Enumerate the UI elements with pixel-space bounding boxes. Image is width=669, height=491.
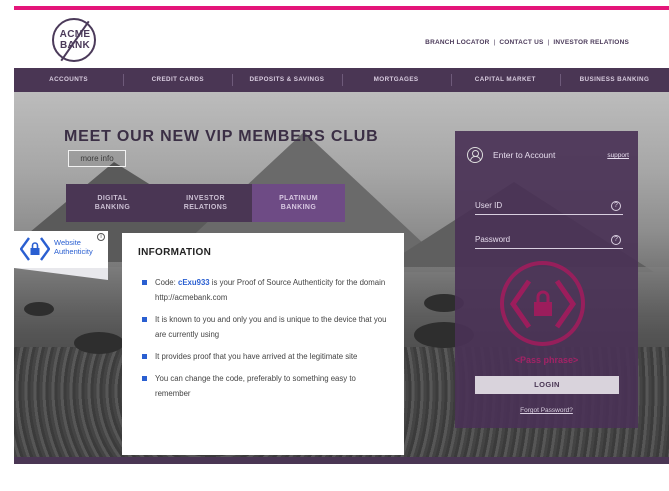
hero-title: MEET OUR NEW VIP MEMBERS CLUB — [64, 128, 379, 145]
info-item: It is known to you and only you and is u… — [142, 312, 392, 342]
website-authenticity-badge[interactable]: Website Authenticity i — [14, 231, 108, 268]
top-links: BRANCH LOCATOR | CONTACT US | INVESTOR RELAT… — [425, 39, 629, 46]
info-title: INFORMATION — [138, 247, 212, 258]
tab-label: BANKING — [94, 204, 131, 211]
information-panel: INFORMATION Code: cExu933 is your Proof … — [122, 233, 404, 455]
support-link[interactable]: support — [607, 152, 629, 159]
authenticity-code: cExu933 — [177, 278, 210, 287]
enter-to-account-label: Enter to Account — [493, 150, 556, 160]
tab-label: BANKING — [280, 204, 317, 211]
hero-rock — [24, 302, 54, 316]
tab-label: DIGITAL — [97, 195, 128, 202]
page: ACME BANK BRANCH LOCATOR | CONTACT US | INVE… — [0, 0, 669, 491]
pass-phrase-lock-icon — [509, 279, 577, 329]
nav-item-accounts[interactable]: ACCOUNTS — [14, 68, 123, 92]
forgot-password-link[interactable]: Forgot Password? — [455, 407, 638, 414]
badge-label-line: Authenticity — [54, 247, 93, 256]
footer-bar — [14, 457, 669, 464]
info-item: You can change the code, preferably to s… — [142, 371, 392, 401]
badge-label: Website Authenticity — [54, 238, 93, 256]
tab-label: RELATIONS — [183, 204, 228, 211]
nav-item-business-banking[interactable]: BUSINESS BANKING — [559, 68, 669, 92]
nav-item-deposits-savings[interactable]: DEPOSITS & SAVINGS — [232, 68, 341, 92]
tab-label: PLATINUM — [279, 195, 318, 202]
investor-relations-link[interactable]: INVESTOR RELATIONS — [553, 39, 629, 46]
code-prefix: Code: — [155, 278, 178, 287]
login-panel: Enter to Account support User ID ? Passw… — [455, 131, 638, 428]
tab-label: INVESTOR — [186, 195, 225, 202]
tab-digital-banking[interactable]: DIGITAL BANKING — [66, 184, 159, 222]
info-item: It provides proof that you have arrived … — [142, 349, 392, 364]
info-icon[interactable]: i — [97, 233, 105, 241]
link-separator: | — [547, 39, 550, 46]
tab-platinum-banking[interactable]: PLATINUM BANKING — [252, 184, 345, 222]
info-list: Code: cExu933 is your Proof of Source Au… — [142, 275, 392, 408]
info-item: Code: cExu933 is your Proof of Source Au… — [142, 275, 392, 305]
header: ACME BANK BRANCH LOCATOR | CONTACT US | INVE… — [14, 10, 669, 68]
branch-locator-link[interactable]: BRANCH LOCATOR — [425, 39, 489, 46]
acme-bank-logo[interactable]: ACME BANK — [52, 18, 96, 62]
info-item-text: It is known to you and only you and is u… — [155, 315, 387, 339]
more-info-button[interactable]: more info — [68, 150, 126, 167]
password-label: Password — [475, 235, 511, 244]
badge-fold — [14, 268, 108, 280]
tab-investor-relations[interactable]: INVESTOR RELATIONS — [159, 184, 252, 222]
pass-phrase-label: <Pass phrase> — [514, 355, 579, 365]
user-id-field[interactable]: User ID ? — [475, 199, 623, 215]
help-icon[interactable]: ? — [611, 235, 621, 245]
main-nav: ACCOUNTS CREDIT CARDS DEPOSITS & SAVINGS… — [14, 68, 669, 92]
user-icon — [467, 147, 483, 163]
nav-item-mortgages[interactable]: MORTGAGES — [341, 68, 451, 92]
nav-item-credit-cards[interactable]: CREDIT CARDS — [123, 68, 232, 92]
link-separator: | — [493, 39, 496, 46]
info-item-text: It provides proof that you have arrived … — [155, 352, 358, 361]
user-id-label: User ID — [475, 201, 503, 210]
hero-tabs: DIGITAL BANKING INVESTOR RELATIONS PLATI… — [66, 184, 345, 222]
contact-us-link[interactable]: CONTACT US — [499, 39, 543, 46]
nav-item-capital-market[interactable]: CAPITAL MARKET — [450, 68, 560, 92]
badge-label-line: Website — [54, 238, 81, 247]
logo-text: ACME BANK — [59, 29, 91, 51]
authenticity-lock-icon — [20, 237, 50, 261]
login-button[interactable]: LOGIN — [475, 376, 619, 394]
login-header: Enter to Account support — [467, 147, 629, 167]
hero-rock — [74, 332, 124, 354]
password-field[interactable]: Password ? — [475, 233, 623, 249]
info-item-text: You can change the code, preferably to s… — [155, 374, 356, 398]
help-icon[interactable]: ? — [611, 201, 621, 211]
